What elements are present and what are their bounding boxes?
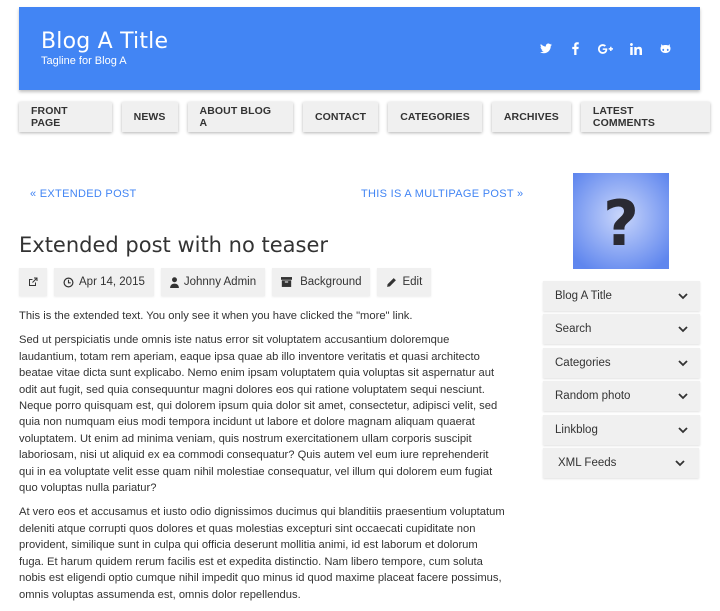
- widget-categories[interactable]: Categories: [543, 348, 700, 378]
- permalink-button[interactable]: [19, 268, 47, 296]
- nav-archives[interactable]: ARCHIVES: [491, 102, 571, 132]
- chevron-down-icon: [678, 426, 688, 433]
- social-links: [537, 40, 674, 57]
- chevron-down-icon: [678, 359, 688, 366]
- widget-search[interactable]: Search: [543, 314, 700, 344]
- nav-latest-comments[interactable]: LATEST COMMENTS: [580, 102, 710, 132]
- clock-icon: [63, 276, 74, 288]
- widget-label: Categories: [555, 357, 611, 369]
- post-category[interactable]: Background: [272, 268, 371, 296]
- widget-blog-a-title[interactable]: Blog A Title: [543, 281, 700, 311]
- post-title: Extended post with no teaser: [19, 233, 329, 257]
- previous-post-link[interactable]: « EXTENDED POST: [30, 188, 137, 200]
- widget-linkblog[interactable]: Linkblog: [543, 415, 700, 445]
- widget-label: Search: [555, 323, 592, 335]
- nav-news[interactable]: NEWS: [121, 102, 178, 132]
- post-paragraph: This is the extended text. You only see …: [19, 310, 413, 322]
- post-author[interactable]: Johnny Admin: [160, 268, 266, 296]
- linkedin-icon[interactable]: [627, 40, 644, 57]
- random-photo-image[interactable]: ?: [573, 173, 669, 269]
- post-author-text: Johnny Admin: [183, 276, 257, 288]
- chevron-down-icon: [678, 325, 688, 332]
- widget-label: Random photo: [555, 390, 631, 402]
- blog-tagline: Tagline for Blog A: [41, 55, 127, 67]
- widget-label: Blog A Title: [555, 290, 612, 302]
- nav-categories[interactable]: CATEGORIES: [388, 102, 482, 132]
- archive-icon: [281, 277, 293, 287]
- nav-about-blog-a[interactable]: ABOUT BLOG A: [187, 102, 293, 132]
- widget-label: Linkblog: [555, 424, 598, 436]
- post-paragraph: At vero eos et accusamus et iusto odio d…: [19, 506, 505, 601]
- widget-label: XML Feeds: [558, 457, 617, 469]
- twitter-icon[interactable]: [537, 40, 554, 57]
- post-date-text: Apr 14, 2015: [79, 276, 145, 288]
- question-mark-icon: ?: [603, 187, 639, 260]
- post-category-text: Background: [300, 276, 362, 288]
- post-content: This is the extended text. You only see …: [19, 308, 505, 611]
- blog-title[interactable]: Blog A Title: [41, 29, 168, 54]
- widget-random-photo[interactable]: Random photo: [543, 381, 700, 411]
- pencil-icon: [387, 277, 397, 287]
- external-link-icon: [29, 277, 38, 286]
- main-nav: FRONT PAGE NEWS ABOUT BLOG A CONTACT CAT…: [19, 102, 720, 132]
- facebook-icon[interactable]: [567, 40, 584, 57]
- edit-post-button[interactable]: Edit: [377, 268, 432, 296]
- post-meta: Apr 14, 2015 Johnny Admin Background Edi…: [19, 268, 438, 296]
- post-paragraph: Sed ut perspiciatis unde omnis iste natu…: [19, 334, 498, 495]
- nav-front-page[interactable]: FRONT PAGE: [19, 102, 112, 132]
- google-plus-icon[interactable]: [597, 40, 614, 57]
- chevron-down-icon: [675, 459, 685, 466]
- edit-post-text: Edit: [402, 276, 423, 288]
- chevron-down-icon: [678, 392, 688, 399]
- user-icon: [169, 276, 179, 288]
- chevron-down-icon: [678, 292, 688, 299]
- widget-xml-feeds[interactable]: XML Feeds: [543, 448, 699, 478]
- post-date[interactable]: Apr 14, 2015: [54, 268, 154, 296]
- next-post-link[interactable]: THIS IS A MULTIPAGE POST »: [361, 188, 523, 200]
- github-icon[interactable]: [657, 40, 674, 57]
- nav-contact[interactable]: CONTACT: [302, 102, 379, 132]
- site-header: Blog A Title Tagline for Blog A: [19, 7, 700, 90]
